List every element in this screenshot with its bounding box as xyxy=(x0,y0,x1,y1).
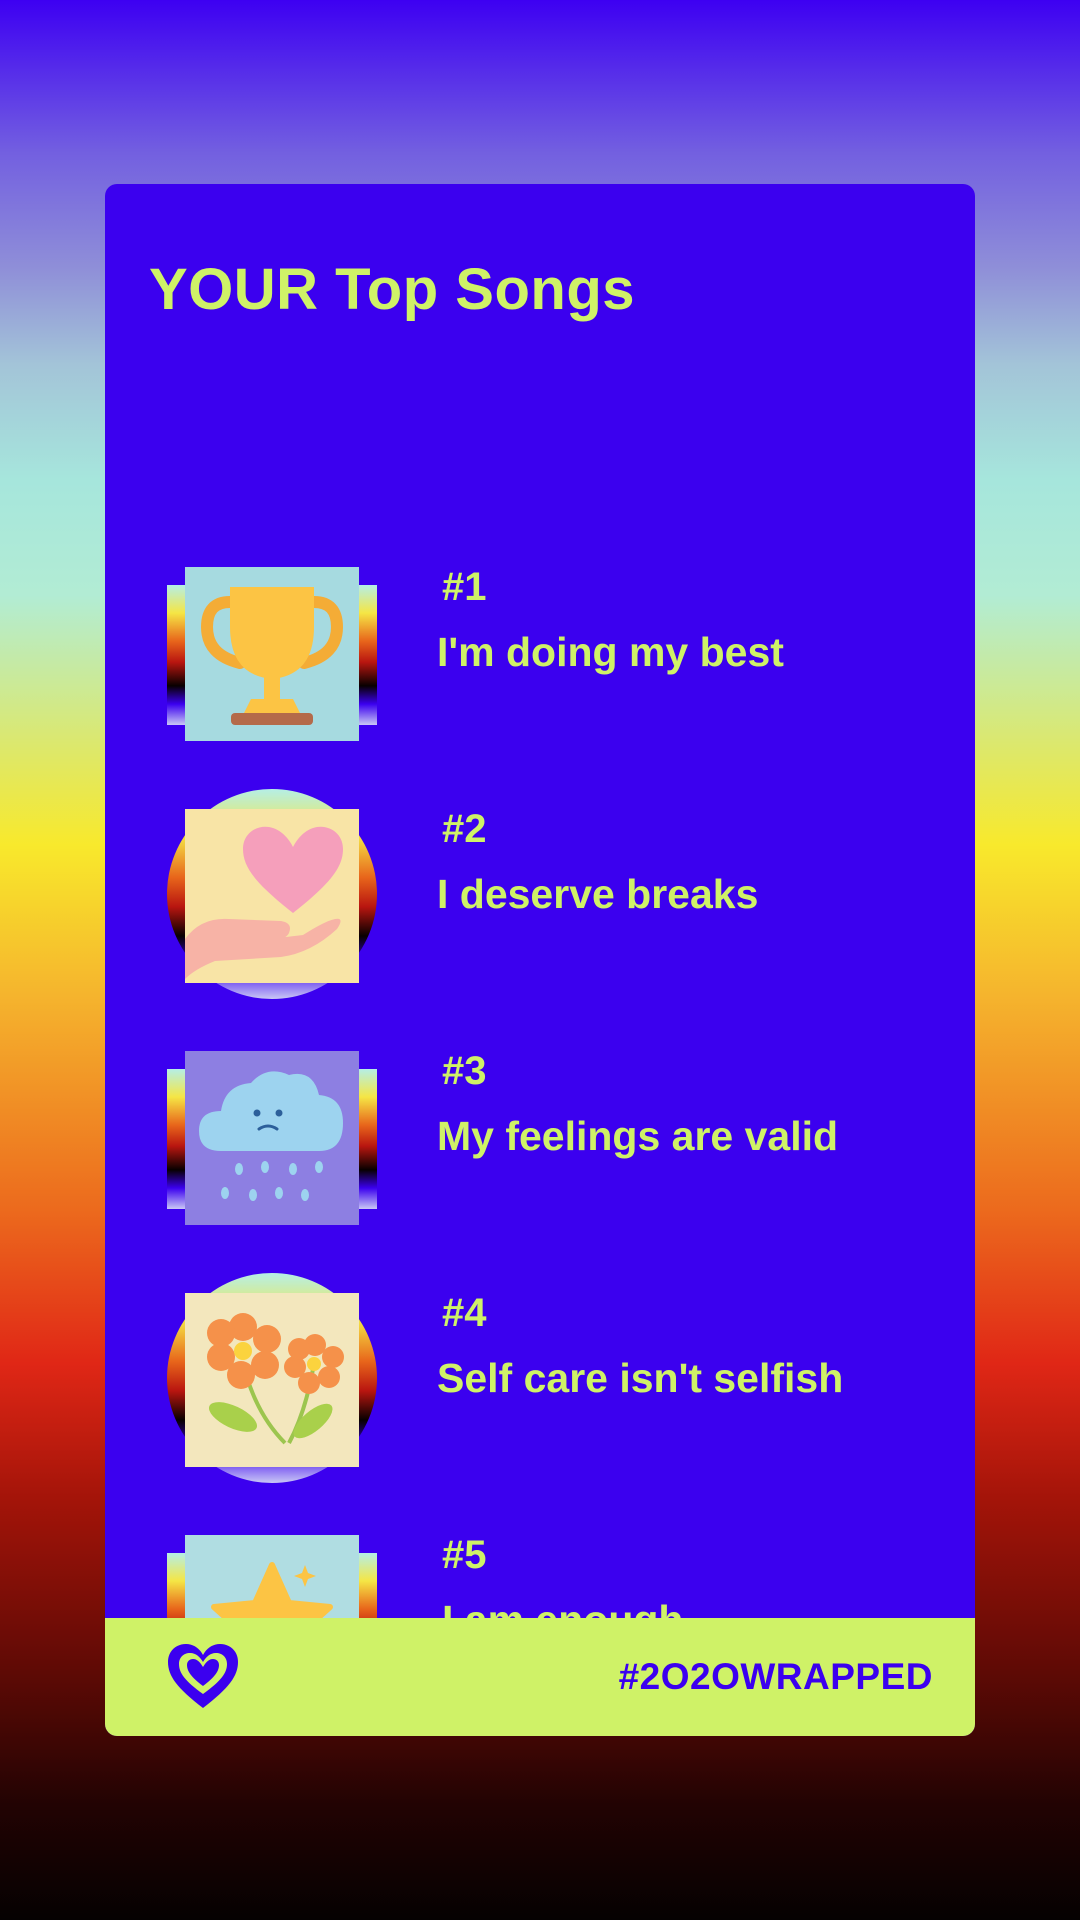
song-art-frame xyxy=(167,567,377,741)
top-songs-card: YOUR Top Songs #1 I'm doing my best #2 I… xyxy=(105,184,975,1736)
trophy-icon xyxy=(185,567,359,741)
song-item-4[interactable]: #4 Self care isn't selfish xyxy=(105,1273,975,1483)
song-rank: #4 xyxy=(442,1291,487,1335)
flowers-icon xyxy=(185,1293,359,1467)
song-rank: #3 xyxy=(442,1049,487,1093)
card-title: YOUR Top Songs xyxy=(149,257,636,322)
song-title: I deserve breaks xyxy=(437,871,759,917)
song-title: My feelings are valid xyxy=(437,1113,839,1159)
song-rank: #5 xyxy=(442,1533,487,1577)
song-art-frame xyxy=(167,1051,377,1225)
song-title: I'm doing my best xyxy=(437,629,784,675)
song-item-3[interactable]: #3 My feelings are valid xyxy=(105,1049,975,1231)
song-rank: #1 xyxy=(442,565,487,609)
song-rank: #2 xyxy=(442,807,487,851)
song-art-frame xyxy=(167,789,377,999)
hashtag-label: #2O2OWRAPPED xyxy=(618,1656,933,1697)
song-art-frame xyxy=(167,1273,377,1483)
song-item-1[interactable]: #1 I'm doing my best xyxy=(105,565,975,747)
heart-in-hand-icon xyxy=(185,809,359,983)
song-item-2[interactable]: #2 I deserve breaks xyxy=(105,789,975,999)
rain-cloud-icon xyxy=(185,1051,359,1225)
heart-outline-icon xyxy=(168,1644,238,1708)
song-title: Self care isn't selfish xyxy=(437,1355,844,1401)
card-footer: #2O2OWRAPPED xyxy=(105,1618,975,1736)
